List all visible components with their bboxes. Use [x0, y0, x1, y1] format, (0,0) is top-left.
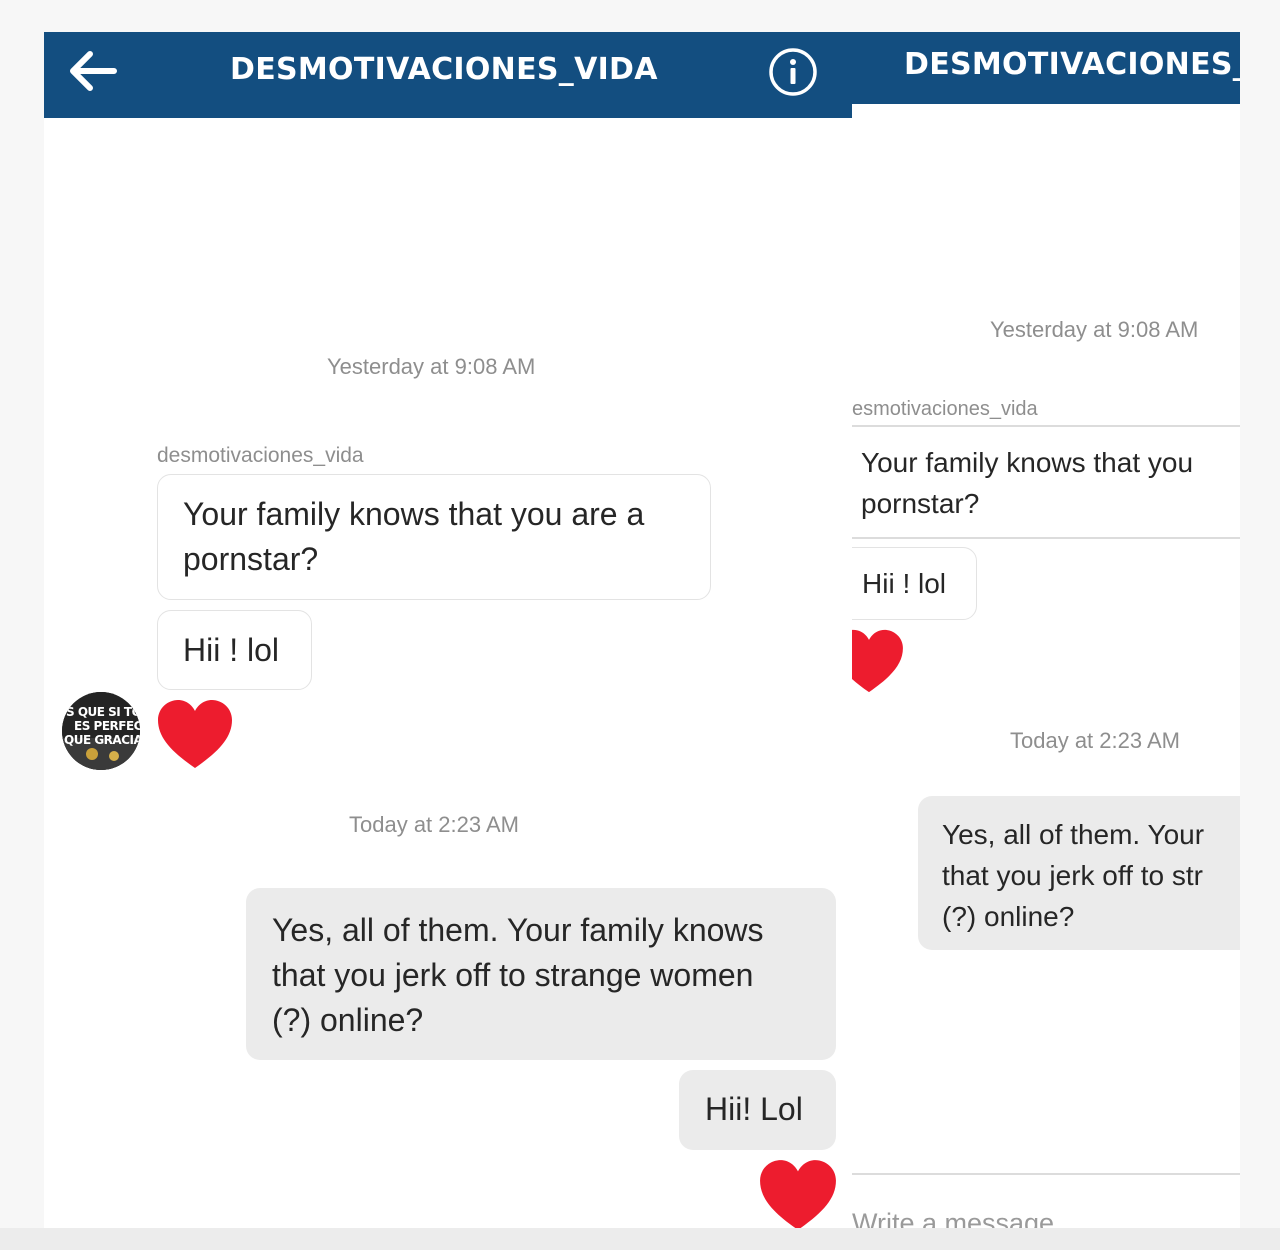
left-chat-panel: DESMOTIVACIONES_VIDA Yesterday at 9:08 A… [44, 32, 852, 1228]
heart-reaction-icon [760, 1160, 836, 1228]
outgoing-message: Yes, all of them. Your that you jerk off… [918, 796, 1240, 950]
avatar-caption: ES PERFECTO [74, 719, 140, 733]
timestamp: Today at 2:23 AM [1010, 728, 1180, 753]
right-chat-panel: DESMOTIVACIONES_VIDA Yesterday at 9:08 A… [852, 32, 1240, 1228]
composer-divider [852, 1173, 1240, 1175]
timestamp: Yesterday at 9:08 AM [327, 354, 536, 379]
outgoing-message: Hii! Lol [679, 1070, 836, 1150]
incoming-message: Hii ! lol [157, 610, 312, 690]
bottom-edge [0, 1228, 1280, 1250]
info-icon[interactable] [766, 45, 820, 99]
chat-title: DESMOTIVACIONES_VIDA [904, 47, 1240, 82]
avatar-caption: S QUE SI TO [66, 705, 140, 719]
chat-header: DESMOTIVACIONES_VIDA [44, 32, 852, 118]
message-text-line: Yes, all of them. Your family knows [272, 912, 764, 948]
outgoing-message: Yes, all of them. Your family knows that… [246, 888, 836, 1060]
bubble-bottom-edge [852, 537, 1240, 539]
message-text-line: Your family knows that you are a [183, 496, 645, 532]
timestamp: Yesterday at 9:08 AM [990, 317, 1199, 342]
message-text-line: pornstar? [183, 541, 319, 577]
heart-reaction-icon [158, 700, 232, 768]
bubble-top-edge [852, 425, 1240, 427]
incoming-message: Hii ! lol [852, 547, 977, 620]
message-text: Hii ! lol [862, 568, 947, 599]
message-text: Hii ! lol [183, 632, 280, 668]
message-text-line: Yes, all of them. Your [942, 819, 1205, 850]
message-text: Hii! Lol [705, 1091, 803, 1127]
avatar-caption: QUE GRACIA TIEN [64, 733, 140, 747]
sender-username: esmotivaciones_vida [852, 398, 1038, 420]
back-arrow-icon[interactable] [66, 49, 120, 93]
incoming-message: Your family knows that you are a pornsta… [157, 474, 711, 600]
timestamp: Today at 2:23 AM [349, 812, 519, 837]
chat-title: DESMOTIVACIONES_VIDA [230, 52, 658, 87]
message-text-line: pornstar? [861, 488, 980, 519]
message-text-line: Your family knows that you [861, 447, 1194, 478]
message-input[interactable]: Write a message... [852, 1208, 1077, 1228]
avatar[interactable]: S QUE SI TO ES PERFECTO QUE GRACIA TIEN [62, 692, 140, 770]
message-text-line: that you jerk off to str [942, 860, 1203, 891]
sender-username: desmotivaciones_vida [157, 444, 364, 467]
message-text-line: that you jerk off to strange women [272, 957, 754, 993]
chat-header: DESMOTIVACIONES_VIDA [852, 32, 1240, 104]
incoming-message: Your family knows that you pornstar? [861, 442, 1193, 524]
message-text-line: (?) online? [942, 901, 1075, 932]
heart-reaction-icon [852, 629, 903, 693]
message-text-line: (?) online? [272, 1002, 424, 1038]
